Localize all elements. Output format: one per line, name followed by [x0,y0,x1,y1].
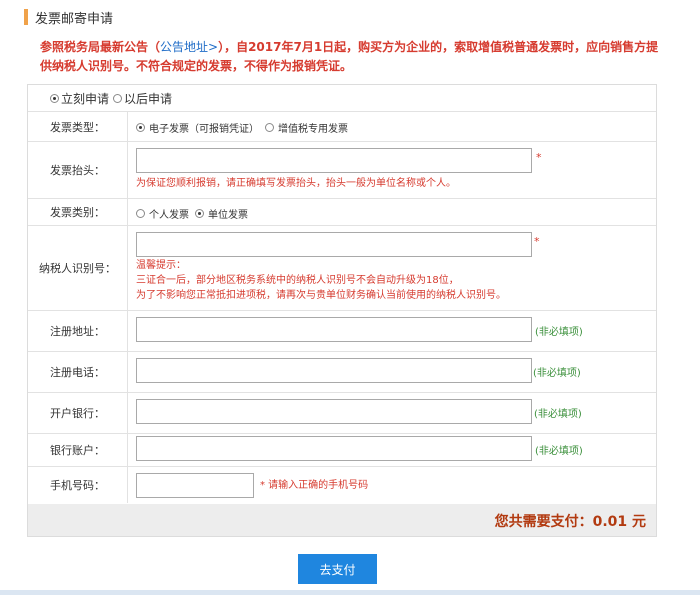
personal-invoice-radio[interactable] [136,209,145,218]
company-invoice-label: 单位发票 [208,210,248,221]
mobile-input[interactable] [136,473,254,498]
pay-button[interactable]: 去支付 [298,554,377,584]
invoice-type-label: 发票类型： [28,112,128,141]
invoice-form-panel: 立刻申请 以后申请 发票类型： 电子发票（可报销凭证） 增值税专用发票 发票抬头… [27,84,657,537]
notice-link[interactable]: 公告地址> [160,40,218,54]
bank-name-optional-note: (非必填项) [534,409,582,420]
taxpayer-tip-line2: 为了不影响您正常抵扣进项税，请再次与贵单位财务确认当前使用的纳税人识别号。 [136,290,506,301]
reg-address-row: 注册地址： (非必填项) [28,311,656,352]
total-row: 您共需要支付：0.01 元 [28,504,656,536]
invoice-title-label: 发票抬头： [28,142,128,198]
bank-name-label: 开户银行： [28,393,128,433]
apply-now-radio[interactable] [50,93,59,103]
reg-phone-label: 注册电话： [28,352,128,392]
section-header: 发票邮寄申请 [24,8,114,27]
apply-later-radio[interactable] [113,93,123,103]
reg-phone-optional-note: (非必填项) [533,368,581,379]
bottom-strip [0,590,700,595]
taxpayer-tip-line1: 三证合一后，部分地区税务系统中的纳税人识别号不会自动升级为18位， [136,275,459,286]
reg-address-optional-note: (非必填项) [535,327,583,338]
page-title: 发票邮寄申请 [35,11,114,27]
e-invoice-radio[interactable] [136,123,145,132]
taxpayer-id-required-mark: * [534,235,540,248]
reg-address-input[interactable] [136,317,532,342]
invoice-title-required-mark: * [536,151,542,164]
invoice-title-hint: 为保证您顺利报销，请正确填写发票抬头，抬头一般为单位名称或个人。 [136,178,456,189]
bank-account-input[interactable] [136,436,532,461]
reg-phone-input[interactable] [136,358,532,383]
total-amount: 您共需要支付：0.01 元 [494,514,646,530]
mobile-label: 手机号码： [28,467,128,503]
mobile-hint: * 请输入正确的手机号码 [260,480,369,491]
vat-special-label: 增值税专用发票 [278,124,348,135]
bank-name-input[interactable] [136,399,532,424]
invoice-category-options: 个人发票 单位发票 [136,206,248,221]
apply-now-label: 立刻申请 [61,91,110,106]
vat-special-radio[interactable] [265,123,274,132]
mobile-row: 手机号码： * 请输入正确的手机号码 [28,467,656,503]
taxpayer-id-label: 纳税人识别号： [28,226,128,310]
bank-name-row: 开户银行： (非必填项) [28,393,656,434]
invoice-category-row: 发票类别： 个人发票 单位发票 [28,199,656,226]
reg-phone-row: 注册电话： (非必填项) [28,352,656,393]
invoice-title-row: 发票抬头： * 为保证您顺利报销，请正确填写发票抬头，抬头一般为单位名称或个人。 [28,142,656,199]
reg-address-label: 注册地址： [28,311,128,351]
apply-mode-row: 立刻申请 以后申请 [28,85,656,112]
company-invoice-radio[interactable] [195,209,204,218]
apply-now-option[interactable]: 立刻申请 [50,90,109,107]
invoice-title-input[interactable] [136,148,532,173]
tax-notice: 参照税务局最新公告（公告地址>），自2017年7月1日起，购买方为企业的，索取增… [40,38,660,76]
invoice-type-row: 发票类型： 电子发票（可报销凭证） 增值税专用发票 [28,112,656,142]
taxpayer-id-row: 纳税人识别号： * 温馨提示： 三证合一后，部分地区税务系统中的纳税人识别号不会… [28,226,656,311]
bank-account-optional-note: (非必填项) [535,446,583,457]
notice-prefix: 参照税务局最新公告（ [40,40,161,54]
taxpayer-tip-title: 温馨提示： [136,260,186,271]
header-accent-bar [24,9,28,25]
invoice-type-options: 电子发票（可报销凭证） 增值税专用发票 [136,120,348,135]
bank-account-row: 银行账户： (非必填项) [28,434,656,467]
apply-later-option[interactable]: 以后申请 [113,90,172,107]
e-invoice-label: 电子发票（可报销凭证） [149,124,259,135]
invoice-category-label: 发票类别： [28,199,128,225]
taxpayer-id-input[interactable] [136,232,532,257]
personal-invoice-label: 个人发票 [149,210,189,221]
apply-later-label: 以后申请 [124,91,173,106]
bank-account-label: 银行账户： [28,434,128,466]
